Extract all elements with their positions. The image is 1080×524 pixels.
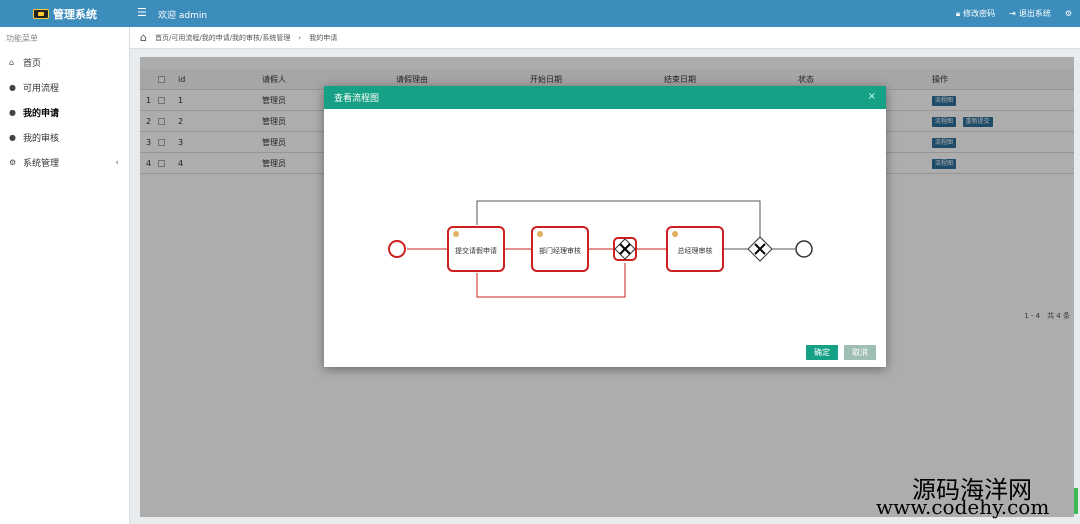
home-icon: ⌂ bbox=[9, 58, 15, 67]
sidebar-item-system-admin[interactable]: ⚙ 系统管理 ‹ bbox=[0, 150, 129, 175]
sidebar-item-available-process[interactable]: ● 可用流程 bbox=[0, 75, 129, 100]
dialog-body: 提交请假申请 部门经理审核 总经理审核 bbox=[324, 109, 886, 334]
task-label: 总经理审核 bbox=[678, 246, 713, 255]
scrollbar-thumb[interactable] bbox=[1074, 488, 1078, 514]
process-diagram: 提交请假申请 部门经理审核 总经理审核 bbox=[388, 200, 813, 298]
gear-icon: ⚙ bbox=[9, 158, 17, 167]
breadcrumb-separator: › bbox=[298, 33, 302, 42]
top-bar: 管理系统 ☰ 欢迎 admin 🔒︎ 修改密码 ⇥ 退出系统 ⚙ bbox=[0, 0, 1080, 27]
sidebar-item-my-applications[interactable]: ● 我的申请 bbox=[0, 100, 129, 125]
flowchart-dialog: 查看流程图 × 提交请假申请 部门经理审核 总经理审核 确定 取消 bbox=[324, 86, 886, 367]
user-task-icon bbox=[537, 231, 543, 237]
sidebar-item-label: 我的审核 bbox=[23, 134, 60, 144]
logout-button[interactable]: ⇥ 退出系统 bbox=[1009, 8, 1051, 19]
breadcrumb: ⌂ 首页/可用流程/我的申请/我的审核/系统管理 › 我的申请 bbox=[130, 27, 1080, 49]
menu-icon[interactable]: ☰ bbox=[137, 6, 147, 19]
home-icon[interactable]: ⌂ bbox=[140, 31, 147, 44]
exclusive-gateway[interactable] bbox=[747, 236, 773, 262]
sidebar-title: 功能菜单 bbox=[6, 34, 38, 43]
brand-logo bbox=[33, 8, 49, 19]
task-label: 部门经理审核 bbox=[539, 246, 581, 255]
exclusive-gateway[interactable] bbox=[613, 237, 637, 261]
dialog-header: 查看流程图 × bbox=[324, 86, 886, 109]
gears-icon[interactable]: ⚙ bbox=[1065, 9, 1072, 18]
sidebar-item-home[interactable]: ⌂ 首页 bbox=[0, 50, 129, 75]
cancel-button[interactable]: 取消 bbox=[844, 345, 876, 360]
sidebar-item-label: 可用流程 bbox=[23, 84, 60, 94]
sidebar-item-my-reviews[interactable]: ● 我的审核 bbox=[0, 125, 129, 150]
sidebar: 功能菜单 ⌂ 首页 ● 可用流程 ● 我的申请 ● 我的审核 ⚙ 系统管理 ‹ bbox=[0, 27, 130, 524]
breadcrumb-path[interactable]: 首页/可用流程/我的申请/我的审核/系统管理 bbox=[155, 33, 290, 43]
sidebar-item-label: 系统管理 bbox=[23, 159, 60, 169]
task-label: 提交请假申请 bbox=[455, 246, 497, 255]
change-password-label: 修改密码 bbox=[963, 9, 996, 18]
user-icon: ● bbox=[9, 133, 16, 142]
confirm-button[interactable]: 确定 bbox=[806, 345, 838, 360]
breadcrumb-current: 我的申请 bbox=[309, 33, 338, 42]
logout-label: 退出系统 bbox=[1018, 9, 1051, 18]
welcome-text: 欢迎 admin bbox=[158, 11, 208, 21]
sidebar-item-label: 我的申请 bbox=[23, 109, 60, 119]
lock-icon: 🔒︎ bbox=[955, 8, 961, 18]
dialog-title: 查看流程图 bbox=[334, 94, 380, 104]
user-task-icon bbox=[672, 231, 678, 237]
watermark-url: www.codehy.com bbox=[876, 495, 1050, 519]
end-event[interactable] bbox=[795, 240, 813, 258]
close-icon[interactable]: × bbox=[868, 91, 876, 102]
brand[interactable]: 管理系统 bbox=[0, 0, 130, 27]
user-icon: ● bbox=[9, 83, 16, 92]
logout-icon: ⇥ bbox=[1009, 9, 1016, 18]
user-task-icon bbox=[453, 231, 459, 237]
user-icon: ● bbox=[9, 108, 16, 117]
start-event[interactable] bbox=[388, 240, 406, 258]
brand-name: 管理系统 bbox=[53, 7, 97, 21]
sidebar-item-label: 首页 bbox=[23, 59, 42, 69]
chevron-left-icon: ‹ bbox=[115, 157, 119, 168]
change-password-button[interactable]: 🔒︎ 修改密码 bbox=[956, 8, 995, 19]
